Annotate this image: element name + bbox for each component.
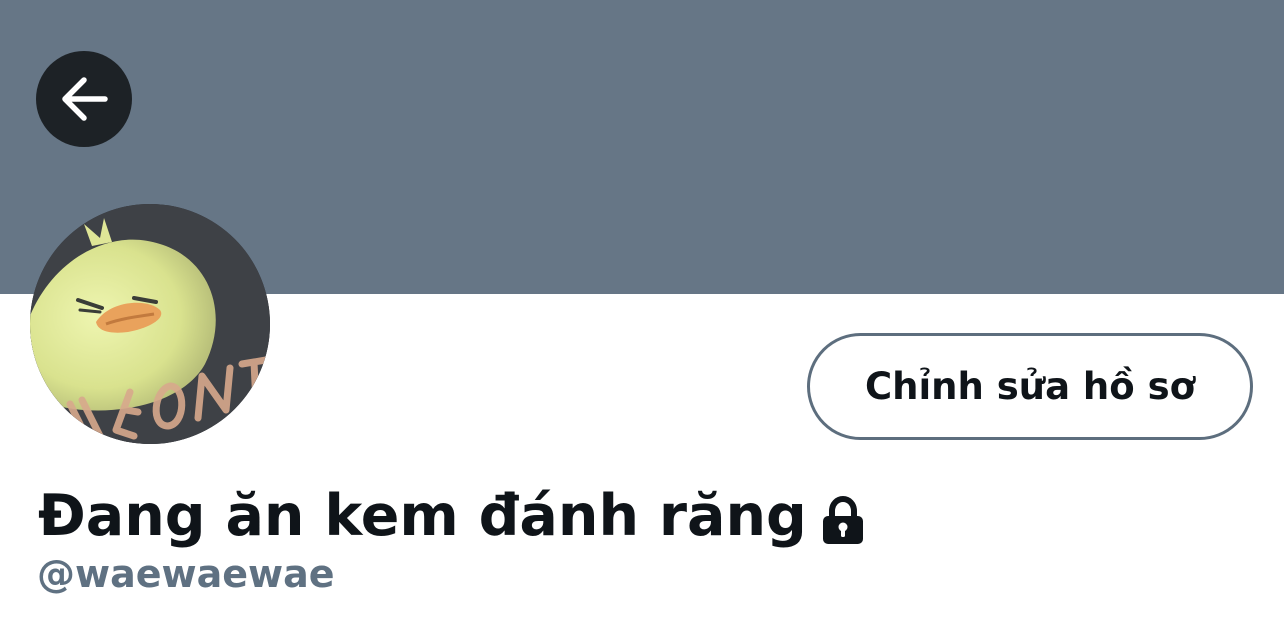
arrow-left-icon bbox=[62, 77, 108, 121]
display-name: Đang ăn kem đánh răng bbox=[38, 483, 807, 549]
edit-profile-button[interactable]: Chỉnh sửa hồ sơ bbox=[807, 333, 1253, 440]
profile-page: Chỉnh sửa hồ sơ Đang ăn kem đánh răng @w… bbox=[0, 0, 1284, 627]
avatar-image bbox=[30, 204, 270, 444]
display-name-row: Đang ăn kem đánh răng bbox=[38, 478, 869, 554]
back-button[interactable] bbox=[36, 51, 132, 147]
user-handle: @waewaewae bbox=[37, 552, 335, 596]
avatar[interactable] bbox=[30, 204, 270, 444]
lock-icon bbox=[822, 495, 863, 544]
edit-profile-label: Chỉnh sửa hồ sơ bbox=[864, 365, 1196, 408]
